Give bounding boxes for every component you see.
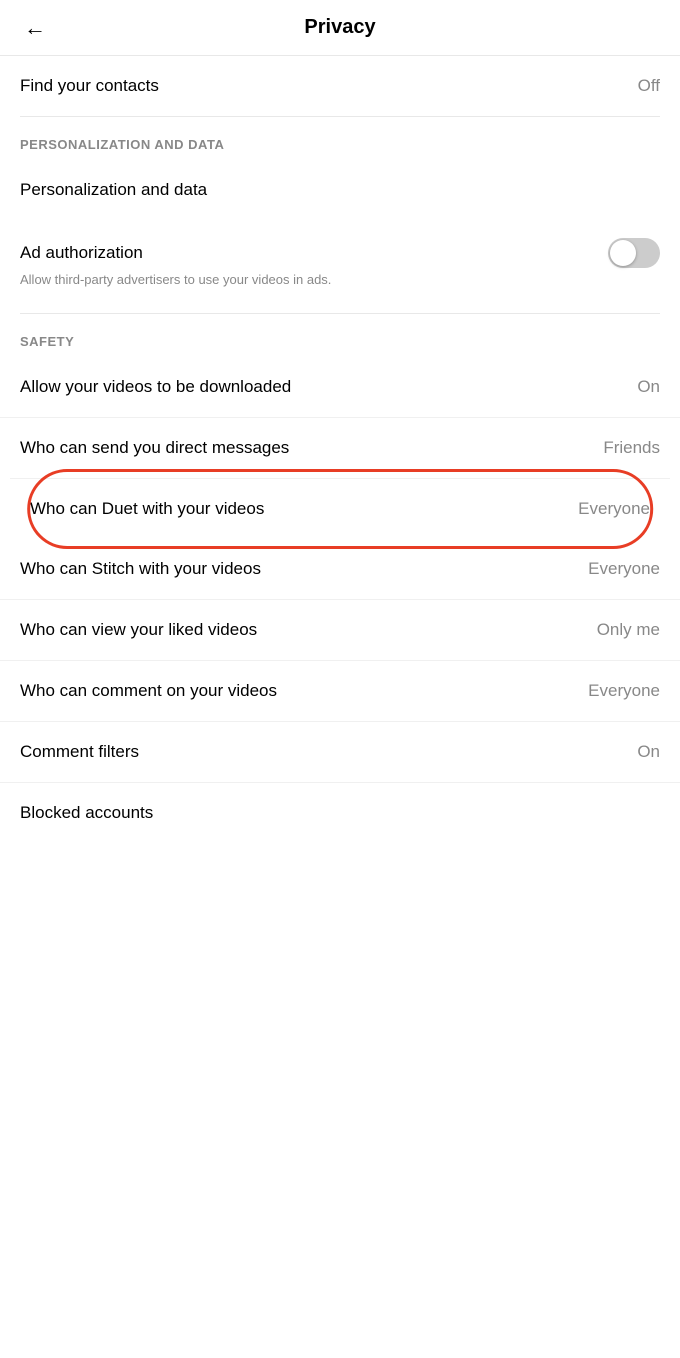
- comment-filters-value: On: [637, 742, 660, 762]
- back-button[interactable]: ←: [20, 11, 50, 45]
- allow-downloads-value: On: [637, 377, 660, 397]
- ad-authorization-toggle[interactable]: [608, 238, 660, 268]
- blocked-accounts-row[interactable]: Blocked accounts: [0, 782, 680, 843]
- personalization-section: PERSONALIZATION AND DATA Personalization…: [0, 117, 680, 305]
- toggle-knob: [610, 240, 636, 266]
- comment-label: Who can comment on your videos: [20, 681, 576, 701]
- stitch-row[interactable]: Who can Stitch with your videos Everyone: [0, 539, 680, 599]
- safety-section: SAFETY Allow your videos to be downloade…: [0, 314, 680, 843]
- duet-label: Who can Duet with your videos: [30, 499, 566, 519]
- find-contacts-label: Find your contacts: [20, 76, 626, 96]
- duet-row-wrapper: Who can Duet with your videos Everyone: [0, 478, 680, 539]
- liked-videos-row[interactable]: Who can view your liked videos Only me: [0, 599, 680, 660]
- direct-messages-label: Who can send you direct messages: [20, 438, 591, 458]
- comment-filters-label: Comment filters: [20, 742, 625, 762]
- direct-messages-row[interactable]: Who can send you direct messages Friends: [0, 417, 680, 478]
- page-title: Privacy: [304, 16, 375, 39]
- personalization-data-label: Personalization and data: [20, 180, 660, 200]
- personalization-header: PERSONALIZATION AND DATA: [0, 117, 680, 160]
- personalization-data-row[interactable]: Personalization and data: [0, 160, 680, 220]
- liked-videos-label: Who can view your liked videos: [20, 620, 585, 640]
- find-contacts-value: Off: [638, 76, 660, 96]
- duet-value: Everyone: [578, 499, 650, 519]
- ad-authorization-desc: Allow third-party advertisers to use you…: [20, 272, 660, 287]
- allow-downloads-label: Allow your videos to be downloaded: [20, 377, 625, 397]
- comment-row[interactable]: Who can comment on your videos Everyone: [0, 660, 680, 721]
- blocked-accounts-label: Blocked accounts: [20, 803, 660, 823]
- stitch-value: Everyone: [588, 559, 660, 579]
- page-header: ← Privacy: [0, 0, 680, 56]
- direct-messages-value: Friends: [603, 438, 660, 458]
- liked-videos-value: Only me: [597, 620, 660, 640]
- ad-authorization-row[interactable]: Ad authorization Allow third-party adver…: [0, 220, 680, 305]
- comment-value: Everyone: [588, 681, 660, 701]
- find-contacts-row[interactable]: Find your contacts Off: [0, 56, 680, 116]
- stitch-label: Who can Stitch with your videos: [20, 559, 576, 579]
- ad-authorization-label: Ad authorization: [20, 243, 608, 263]
- safety-header: SAFETY: [0, 314, 680, 357]
- allow-downloads-row[interactable]: Allow your videos to be downloaded On: [0, 357, 680, 417]
- comment-filters-row[interactable]: Comment filters On: [0, 721, 680, 782]
- duet-row[interactable]: Who can Duet with your videos Everyone: [10, 478, 670, 539]
